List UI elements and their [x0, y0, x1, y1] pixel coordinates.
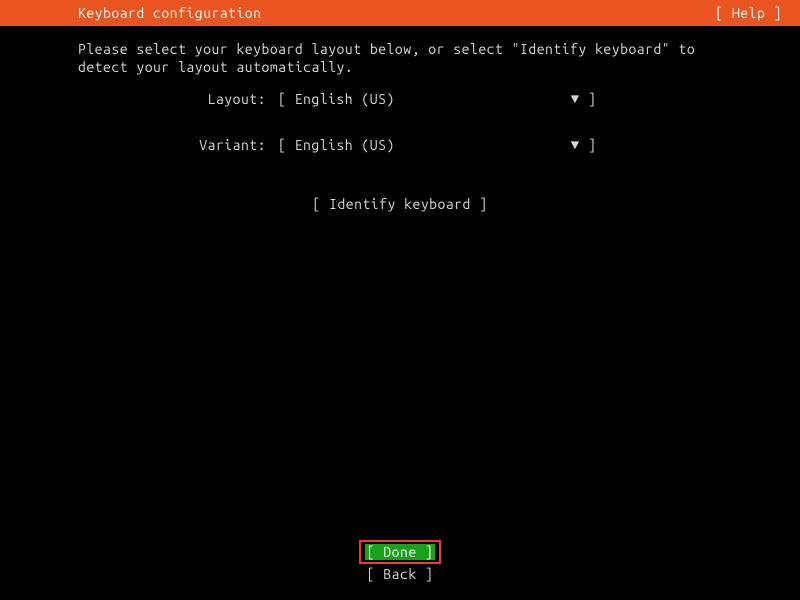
header-bar: Keyboard configuration [ Help ] — [0, 0, 800, 26]
help-button[interactable]: [ Help ] — [715, 5, 782, 21]
chevron-down-icon: ▼ — [571, 90, 580, 108]
variant-label: Variant: — [78, 137, 278, 153]
chevron-down-icon: ▼ — [571, 136, 580, 154]
done-button[interactable]: [ Done ] — [365, 544, 436, 560]
bracket-open: [ — [278, 91, 286, 107]
bracket-open: [ — [278, 137, 286, 153]
variant-select[interactable]: [ English (US) ▼ ] — [278, 136, 596, 154]
instruction-text: Please select your keyboard layout below… — [78, 40, 722, 76]
variant-value: English (US) — [295, 137, 567, 153]
layout-row: Layout: [ English (US) ▼ ] — [78, 90, 722, 108]
layout-value: English (US) — [295, 91, 567, 107]
footer-buttons: [ Done ] [ Back ] — [0, 540, 800, 582]
bracket-close: ] — [588, 137, 596, 153]
done-button-row: [ Done ] — [359, 540, 442, 564]
layout-label: Layout: — [78, 91, 278, 107]
layout-select[interactable]: [ English (US) ▼ ] — [278, 90, 596, 108]
variant-row: Variant: [ English (US) ▼ ] — [78, 136, 722, 154]
page-title: Keyboard configuration — [78, 5, 261, 21]
back-button[interactable]: [ Back ] — [361, 566, 440, 582]
main-content: Please select your keyboard layout below… — [0, 26, 800, 212]
bracket-close: ] — [588, 91, 596, 107]
done-highlight: [ Done ] — [359, 540, 442, 564]
back-button-row: [ Back ] — [361, 566, 440, 582]
identify-keyboard-button[interactable]: [ Identify keyboard ] — [78, 196, 722, 212]
